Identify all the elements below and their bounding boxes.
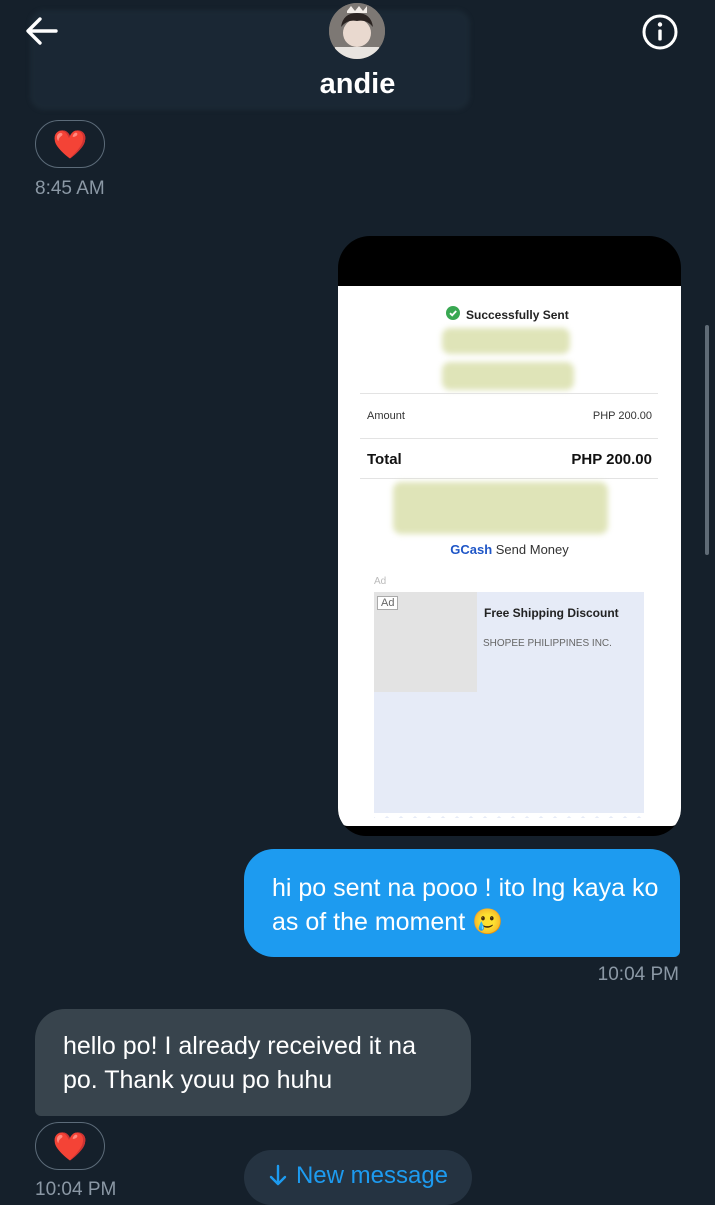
back-button[interactable]: [20, 10, 64, 54]
message-timestamp: 10:04 PM: [597, 964, 679, 985]
receipt-paper: Successfully Sent Amount PHP 200.00 Tota…: [338, 286, 681, 826]
amount-value: PHP 200.00: [592, 410, 652, 422]
new-message-label: New message: [295, 1162, 449, 1189]
divider: [360, 393, 658, 394]
avatar-image: [329, 3, 385, 59]
scrollbar[interactable]: [705, 325, 709, 555]
amount-label: Amount: [367, 410, 405, 422]
check-circle-icon: [446, 306, 460, 320]
arrow-left-icon: [26, 17, 58, 45]
redacted-name: [442, 328, 570, 354]
info-circle-icon: [642, 14, 678, 50]
divider: [360, 478, 658, 479]
redacted-reference: [393, 482, 608, 534]
heart-reaction[interactable]: ❤️: [35, 120, 105, 168]
gcash-send-money: GCash Send Money: [338, 542, 681, 557]
avatar[interactable]: [329, 3, 385, 59]
divider: [360, 438, 658, 439]
outgoing-message-text: hi po sent na pooo ! ito lng kaya ko as …: [272, 874, 659, 936]
outgoing-message-bubble[interactable]: hi po sent na pooo ! ito lng kaya ko as …: [244, 849, 680, 957]
incoming-message-bubble[interactable]: hello po! I already received it na po. T…: [35, 1009, 471, 1116]
ad-banner: Ad Free Shipping Discount SHOPEE PHILIPP…: [374, 592, 644, 818]
message-timestamp: 8:45 AM: [35, 178, 105, 199]
contact-name[interactable]: andie: [0, 68, 715, 101]
total-value: PHP 200.00: [571, 451, 652, 468]
heart-reaction[interactable]: ❤️: [35, 1122, 105, 1170]
total-label: Total: [367, 451, 402, 468]
redacted-number: [442, 362, 574, 390]
heart-icon: ❤️: [52, 1130, 88, 1162]
info-button[interactable]: [638, 10, 682, 54]
heart-icon: ❤️: [52, 128, 88, 160]
gcash-logo: GCash: [450, 542, 493, 557]
service-label: Send Money: [495, 542, 569, 557]
ad-title: Free Shipping Discount: [484, 606, 619, 620]
new-message-button[interactable]: New message: [244, 1150, 472, 1205]
ad-advertiser: SHOPEE PHILIPPINES INC.: [483, 638, 612, 649]
incoming-message-text: hello po! I already received it na po. T…: [63, 1032, 416, 1094]
arrow-down-icon: [269, 1164, 287, 1186]
message-timestamp: 10:04 PM: [35, 1179, 117, 1200]
receipt-image-message[interactable]: Successfully Sent Amount PHP 200.00 Tota…: [338, 236, 681, 836]
conversation-header: andie: [0, 0, 715, 112]
receipt-zigzag-edge: [338, 813, 681, 822]
ad-label: Ad: [374, 576, 387, 587]
status-label: Successfully Sent: [466, 308, 569, 322]
ad-badge: Ad: [377, 596, 399, 610]
